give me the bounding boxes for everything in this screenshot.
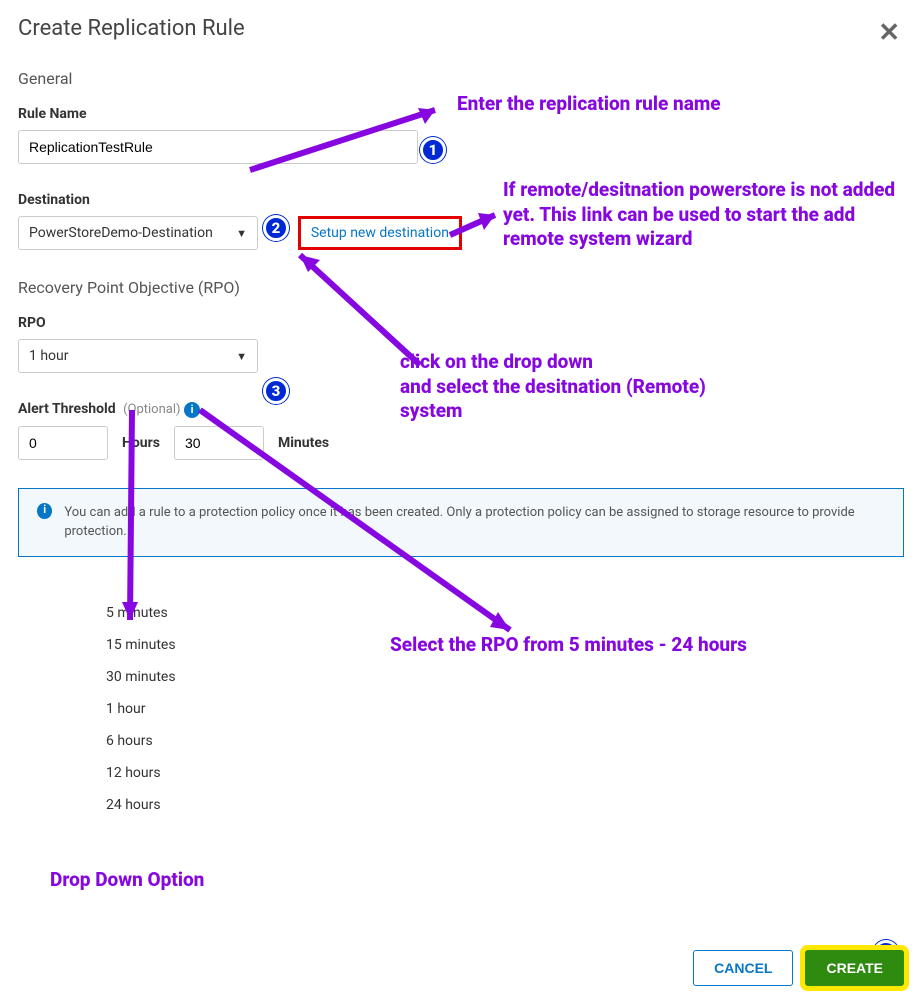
dialog-title: Create Replication Rule [18, 16, 904, 41]
caret-down-icon: ▼ [236, 350, 247, 363]
destination-label: Destination [18, 192, 904, 208]
rpo-label: RPO [18, 315, 904, 331]
info-banner: i You can add a rule to a protection pol… [18, 488, 904, 557]
rpo-option[interactable]: 15 minutes [106, 629, 904, 661]
cancel-button[interactable]: CANCEL [693, 950, 793, 986]
rpo-value: 1 hour [29, 348, 69, 364]
alert-minutes-input[interactable] [174, 426, 264, 460]
destination-dropdown[interactable]: PowerStoreDemo-Destination ▼ [18, 216, 258, 250]
rpo-option[interactable]: 1 hour [106, 693, 904, 725]
rpo-option[interactable]: 24 hours [106, 789, 904, 821]
annotation-text: Drop Down Option [50, 868, 204, 893]
info-icon: i [37, 503, 52, 519]
section-rpo: Recovery Point Objective (RPO) [18, 278, 904, 297]
setup-destination-link[interactable]: Setup new destination [298, 216, 462, 250]
alert-threshold-text: Alert Threshold [18, 401, 116, 417]
info-icon[interactable]: i [184, 402, 200, 418]
section-general: General [18, 69, 904, 88]
hours-unit: Hours [122, 435, 160, 451]
minutes-unit: Minutes [278, 435, 329, 451]
optional-text: (Optional) [123, 402, 180, 417]
rpo-option[interactable]: 30 minutes [106, 661, 904, 693]
alert-hours-input[interactable] [18, 426, 108, 460]
rpo-option[interactable]: 6 hours [106, 725, 904, 757]
destination-value: PowerStoreDemo-Destination [29, 225, 213, 241]
rpo-options-list: 5 minutes 15 minutes 30 minutes 1 hour 6… [106, 597, 904, 821]
or-text: or [272, 226, 284, 241]
create-button[interactable]: CREATE [805, 950, 904, 986]
rpo-dropdown[interactable]: 1 hour ▼ [18, 339, 258, 373]
alert-threshold-label: Alert Threshold (Optional) i [18, 401, 904, 418]
rule-name-input[interactable] [18, 130, 418, 164]
rpo-option[interactable]: 12 hours [106, 757, 904, 789]
rpo-option[interactable]: 5 minutes [106, 597, 904, 629]
caret-down-icon: ▼ [236, 227, 247, 240]
info-banner-text: You can add a rule to a protection polic… [64, 503, 885, 542]
close-icon[interactable]: ✕ [878, 18, 900, 48]
rule-name-label: Rule Name [18, 106, 904, 122]
